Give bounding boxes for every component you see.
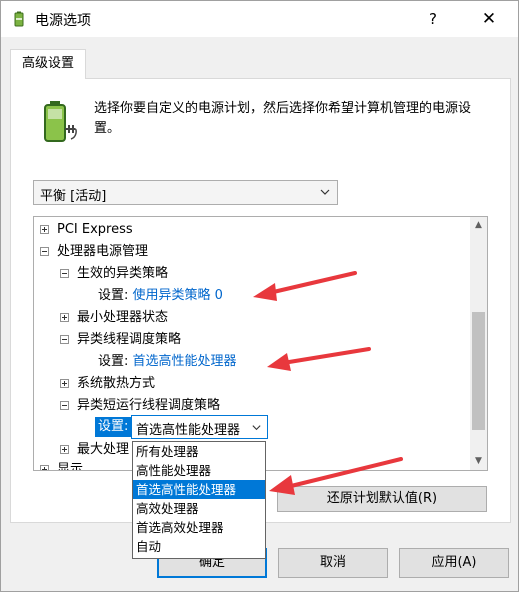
option-prefer-efficient-processors[interactable]: 首选高效处理器 xyxy=(133,518,265,537)
expand-icon[interactable] xyxy=(60,313,69,322)
tree-item-display[interactable]: 显示 xyxy=(40,459,83,470)
expand-icon[interactable] xyxy=(60,379,69,388)
window-title: 电源选项 xyxy=(35,13,91,29)
power-options-icon xyxy=(14,11,24,27)
tree-item-hetero-policy[interactable]: 生效的异类策略 xyxy=(60,263,168,285)
thread-scheduling-value-link[interactable]: 首选高性能处理器 xyxy=(133,354,237,369)
chevron-down-icon xyxy=(320,189,330,195)
short-thread-setting-value: 首选高性能处理器 xyxy=(136,423,241,438)
expand-icon[interactable] xyxy=(40,465,49,470)
scroll-down-icon[interactable]: ▼ xyxy=(470,453,487,470)
chevron-down-icon xyxy=(252,425,261,431)
tree-scrollbar[interactable]: ▲ ▼ xyxy=(470,217,487,470)
option-efficient-processors[interactable]: 高效处理器 xyxy=(133,499,265,518)
short-thread-setting-label: 设置: xyxy=(95,417,132,437)
power-options-dialog: 电源选项 ? ✕ 高级设置 选择你要自定义的电源计划，然后选择你希望计算机管理的… xyxy=(0,0,519,592)
annotation-arrow-icon xyxy=(267,347,371,371)
annotation-arrow-icon xyxy=(269,457,403,495)
expand-icon[interactable] xyxy=(40,225,49,234)
collapse-icon[interactable] xyxy=(60,269,69,278)
help-button[interactable]: ? xyxy=(421,7,445,31)
intro-text: 选择你要自定义的电源计划，然后选择你希望计算机管理的电源设置。 xyxy=(94,101,472,136)
power-plan-select[interactable]: 平衡 [活动] xyxy=(33,180,338,205)
cancel-button[interactable]: 取消 xyxy=(278,548,388,578)
tree-item-hetero-policy-setting[interactable]: 设置: 使用异类策略 0 xyxy=(98,285,223,307)
hetero-policy-value-link[interactable]: 使用异类策略 0 xyxy=(133,288,223,303)
option-performant-processors[interactable]: 高性能处理器 xyxy=(133,461,265,480)
collapse-icon[interactable] xyxy=(40,247,49,256)
scroll-up-icon[interactable]: ▲ xyxy=(470,217,487,234)
tree-item-processor-power[interactable]: 处理器电源管理 xyxy=(40,241,148,263)
scroll-thumb[interactable] xyxy=(472,312,485,430)
option-all-processors[interactable]: 所有处理器 xyxy=(133,442,265,461)
tree-item-pci-express[interactable]: PCI Express xyxy=(40,219,133,241)
short-thread-options-list: 所有处理器 高性能处理器 首选高性能处理器 高效处理器 首选高效处理器 自动 xyxy=(132,441,266,559)
tree-item-short-thread-scheduling[interactable]: 异类短运行线程调度策略 xyxy=(60,395,220,417)
apply-button[interactable]: 应用(A) xyxy=(399,548,509,578)
collapse-icon[interactable] xyxy=(60,401,69,410)
title-bar: 电源选项 ? ✕ xyxy=(1,1,518,37)
tree-item-cooling-policy[interactable]: 系统散热方式 xyxy=(60,373,155,395)
option-automatic[interactable]: 自动 xyxy=(133,537,265,556)
annotation-arrow-icon xyxy=(253,271,357,301)
collapse-icon[interactable] xyxy=(60,335,69,344)
battery-plug-icon xyxy=(44,101,77,142)
option-prefer-performant-processors[interactable]: 首选高性能处理器 xyxy=(133,480,265,499)
expand-icon[interactable] xyxy=(60,445,69,454)
power-plan-value: 平衡 [活动] xyxy=(40,189,107,204)
tree-item-min-processor-state[interactable]: 最小处理器状态 xyxy=(60,307,168,329)
tree-item-thread-scheduling-setting[interactable]: 设置: 首选高性能处理器 xyxy=(98,351,237,373)
tree-item-thread-scheduling[interactable]: 异类线程调度策略 xyxy=(60,329,181,351)
short-thread-setting-select[interactable]: 首选高性能处理器 xyxy=(131,415,268,439)
close-button[interactable]: ✕ xyxy=(476,7,502,31)
tree-item-max-processor[interactable]: 最大处理 xyxy=(60,439,129,461)
tab-advanced-settings[interactable]: 高级设置 xyxy=(10,49,86,79)
